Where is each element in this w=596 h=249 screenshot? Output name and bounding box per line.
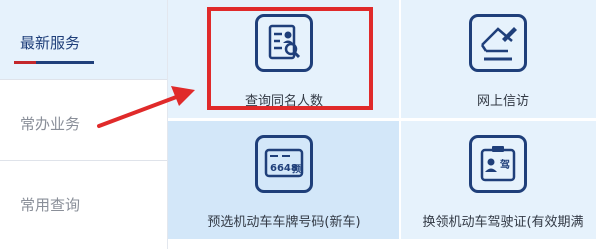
divider [168, 118, 596, 121]
license-plate-icon: 6648 预 [255, 135, 313, 193]
tile-label: 预选机动车车牌号码(新车) [207, 215, 361, 230]
sidebar-item-latest-services[interactable]: 最新服务 [0, 0, 167, 80]
sidebar-item-label: 常用查询 [20, 196, 81, 214]
tile-label: 网上信访 [476, 94, 529, 109]
divider [168, 240, 596, 249]
annotation-arrow-icon [97, 86, 195, 128]
tile-preselect-plate[interactable]: 6648 预 预选机动车车牌号码(新车) [168, 121, 400, 239]
sidebar-item-common-query[interactable]: 常用查询 [0, 162, 167, 242]
license-badge-text: 驾 [499, 158, 510, 171]
id-search-icon [255, 14, 313, 72]
divider [399, 0, 401, 249]
sidebar-item-label: 最新服务 [20, 34, 81, 52]
tile-renew-license[interactable]: 驾 换领机动车驾驶证(有效期满 [400, 121, 596, 239]
tile-label: 换领机动车驾驶证(有效期满 [422, 215, 584, 230]
active-indicator [14, 61, 94, 64]
tile-online-petition[interactable]: 网上信访 [400, 0, 596, 118]
envelope-pen-icon [469, 14, 527, 72]
driver-license-icon: 驾 [469, 135, 527, 193]
plate-badge-text: 预 [292, 164, 301, 175]
sidebar-item-label: 常办业务 [20, 115, 81, 133]
